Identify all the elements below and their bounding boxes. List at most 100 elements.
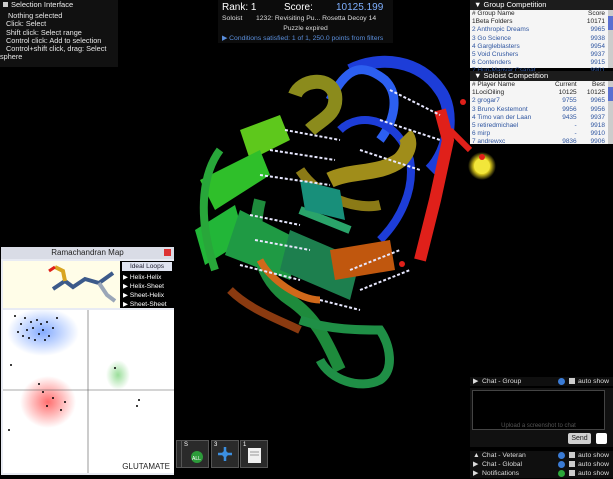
ideal-loops-button[interactable]: Ideal Loops	[122, 262, 172, 271]
table-row[interactable]: 1LociOiling 10125 10125	[470, 89, 613, 97]
auto-show-label: auto show	[578, 452, 609, 459]
group-score: 9954	[590, 42, 605, 50]
score-value: 10125.199	[336, 2, 384, 13]
group-name: 2 Anthropic Dreams	[472, 26, 530, 34]
info-icon[interactable]	[558, 461, 565, 468]
move-tool-button[interactable]: 3	[211, 440, 239, 468]
close-icon[interactable]	[164, 249, 171, 256]
triangle-right-icon: ▶	[123, 283, 130, 290]
player-name: 7 andrewxc	[472, 138, 506, 146]
panel-handle-icon	[3, 2, 8, 7]
player-name: 5 retiredmichael	[472, 122, 519, 130]
group-name: 1Beta Folders	[472, 18, 513, 26]
triangle-right-icon: ▶	[123, 301, 130, 308]
clock-icon[interactable]	[596, 433, 607, 444]
group-score: 9938	[590, 34, 605, 42]
table-row[interactable]: 6 Contenders 9915	[470, 59, 613, 67]
ramachandran-scatter	[3, 308, 174, 473]
auto-show-checkbox[interactable]	[569, 378, 575, 384]
table-row[interactable]: 4 Gargleblasters 9954	[470, 43, 613, 51]
conditions-text: Conditions satisfied: 1 of 1, 250.0 poin…	[229, 35, 384, 42]
ramachandran-plot[interactable]: GLUTAMATE	[3, 308, 174, 473]
mode-label: Soloist	[222, 15, 243, 22]
info-icon[interactable]	[558, 452, 565, 459]
table-row[interactable]: 2 grogar7 9755 9965	[470, 97, 613, 105]
loop-option-helix-sheet[interactable]: ▶ Helix-Sheet	[120, 282, 174, 291]
conditions-toggle[interactable]: ▶ Conditions satisfied: 1 of 1, 250.0 po…	[222, 34, 383, 42]
selection-interface-header[interactable]: Selection Interface	[0, 0, 118, 10]
selection-interface-title: Selection Interface	[11, 0, 74, 9]
table-row[interactable]: 5 Void Crushers 9937	[470, 51, 613, 59]
group-competition-header[interactable]: ▼ Group Competition	[470, 0, 613, 10]
column-header: Score	[588, 10, 605, 17]
soloist-table: # Player Name Current Best 1LociOiling 1012…	[470, 81, 613, 147]
player-current: 9836	[562, 138, 577, 146]
ramachandran-title[interactable]: Ramachandran Map	[1, 247, 174, 259]
scrollbar-thumb[interactable]	[608, 16, 613, 30]
hotkey-label: 1	[243, 442, 247, 448]
group-score: 9965	[590, 26, 605, 34]
loop-option-label: Helix-Helix	[129, 274, 162, 281]
notifications-label: Notifications	[482, 470, 520, 477]
triangle-down-icon: ▼	[474, 71, 484, 80]
group-name: 5 Void Crushers	[472, 51, 519, 59]
loop-option-helix-helix[interactable]: ▶ Helix-Helix	[120, 273, 174, 282]
auto-show-label: auto show	[578, 378, 609, 385]
table-row[interactable]: 3 Bruno Kestemont 9956 9956	[470, 106, 613, 114]
loop-option-label: Helix-Sheet	[129, 283, 164, 290]
table-row[interactable]: 1Beta Folders 10171	[470, 18, 613, 26]
table-row[interactable]: 4 Timo van der Laan 9435 9937	[470, 114, 613, 122]
chat-veteran-bar[interactable]: ▲ Chat - Veteran auto show	[470, 451, 613, 460]
soloist-scrollbar[interactable]	[608, 81, 613, 144]
player-name: 1LociOiling	[472, 89, 505, 97]
auto-show-checkbox[interactable]	[569, 452, 575, 458]
group-name: 6 Contenders	[472, 59, 512, 67]
notes-tool-button[interactable]: 1	[240, 440, 268, 468]
notifications-bar[interactable]: ▶ Notifications auto show	[470, 469, 613, 478]
auto-show-checkbox[interactable]	[569, 461, 575, 467]
group-score: 9915	[590, 59, 605, 67]
column-header: Current	[554, 81, 577, 88]
table-row[interactable]: 2 Anthropic Dreams 9965	[470, 26, 613, 34]
column-header: # Group Name	[472, 10, 515, 17]
triangle-right-icon: ▶	[123, 274, 130, 281]
send-button[interactable]: Send	[568, 433, 591, 444]
loop-option-sheet-helix[interactable]: ▶ Sheet-Helix	[120, 291, 174, 300]
table-row[interactable]: 6 mirp -9910	[470, 130, 613, 138]
chat-input[interactable]: Upload a screenshot to chat	[472, 390, 605, 430]
chat-group-label: Chat - Group	[482, 378, 522, 385]
table-row[interactable]: 7 andrewxc 9836 9906	[470, 138, 613, 146]
triangle-right-icon: ▶	[473, 378, 479, 385]
player-current: 9435	[562, 113, 577, 121]
ideal-loops-menu: Ideal Loops ▶ Helix-Helix ▶ Helix-Sheet …	[120, 261, 174, 308]
table-row[interactable]: 3 Go Science 9938	[470, 35, 613, 43]
info-icon[interactable]	[558, 470, 565, 477]
player-current: -	[574, 122, 577, 130]
column-header: # Player Name	[472, 81, 515, 88]
auto-show-checkbox[interactable]	[569, 470, 575, 476]
auto-show-label: auto show	[578, 470, 609, 477]
loop-option-label: Sheet-Sheet	[129, 301, 167, 308]
group-scrollbar[interactable]	[608, 10, 613, 68]
player-name: 3 Bruno Kestemont	[472, 105, 528, 113]
shake-all-button[interactable]: S ALL	[181, 440, 209, 468]
chat-area: Upload a screenshot to chat Send	[470, 388, 613, 447]
info-icon[interactable]	[558, 378, 565, 385]
table-header-row: # Player Name Current Best	[470, 81, 613, 89]
player-current: 9755	[562, 97, 577, 105]
help-line: sphere	[0, 52, 23, 62]
soloist-competition-header[interactable]: ▼ Soloist Competition	[470, 71, 613, 81]
triangle-right-icon: ▶	[473, 461, 479, 468]
triangle-right-icon: ▶	[473, 470, 479, 477]
hotkey-label: 3	[214, 442, 218, 448]
table-row[interactable]: 5 retiredmichael -9918	[470, 122, 613, 130]
loop-option-sheet-sheet[interactable]: ▶ Sheet-Sheet	[120, 300, 174, 309]
residue-name: GLUTAMATE	[122, 462, 170, 471]
chat-group-bar[interactable]: ▶ Chat - Group auto show	[470, 377, 613, 386]
group-competition-panel: ▼ Group Competition # Group Name Score 1B…	[470, 0, 613, 74]
residue-preview-icon	[48, 265, 117, 303]
scrollbar-thumb[interactable]	[608, 87, 613, 101]
chat-veteran-label: Chat - Veteran	[482, 452, 526, 459]
group-name: 4 Gargleblasters	[472, 42, 520, 50]
chat-global-bar[interactable]: ▶ Chat - Global auto show	[470, 460, 613, 469]
